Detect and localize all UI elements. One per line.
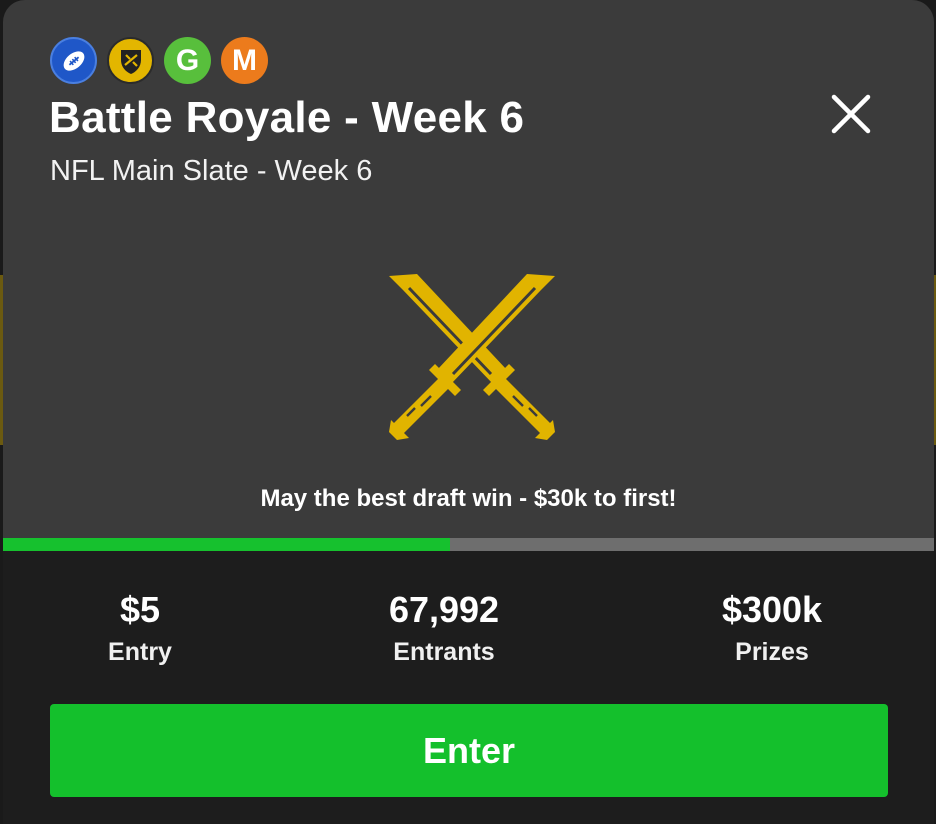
prizes-value: $300k bbox=[721, 589, 823, 630]
entry-stat: $5 Entry bbox=[20, 588, 260, 668]
entry-fee-label: Entry bbox=[108, 638, 172, 666]
g-badge-icon: G bbox=[164, 37, 211, 84]
contest-tagline: May the best draft win - $30k to first! bbox=[260, 485, 677, 512]
entrants-stat: 67,992 Entrants bbox=[324, 588, 564, 668]
prizes-label: Prizes bbox=[735, 638, 809, 666]
contest-card: G M Battle Royale - Week 6 NFL Main Slat… bbox=[3, 0, 934, 824]
prizes-stat: $300k Prizes bbox=[652, 588, 892, 668]
enter-button[interactable]: Enter bbox=[50, 704, 888, 797]
fill-progress-indicator bbox=[3, 538, 450, 551]
contest-title: Battle Royale - Week 6 bbox=[49, 93, 525, 142]
crossed-swords-icon bbox=[389, 274, 555, 440]
fill-progress-bar bbox=[3, 538, 934, 551]
entrants-label: Entrants bbox=[393, 638, 495, 666]
close-icon bbox=[831, 94, 871, 134]
m-badge-icon: M bbox=[221, 37, 268, 84]
contest-badges: G M bbox=[50, 37, 268, 84]
contest-header: G M Battle Royale - Week 6 NFL Main Slat… bbox=[3, 0, 934, 540]
close-button[interactable] bbox=[825, 89, 877, 141]
football-icon bbox=[50, 37, 97, 84]
entrants-value: 67,992 bbox=[388, 589, 500, 630]
entry-fee-value: $5 bbox=[119, 589, 161, 630]
shield-icon bbox=[107, 37, 154, 84]
contest-subtitle: NFL Main Slate - Week 6 bbox=[50, 155, 373, 187]
